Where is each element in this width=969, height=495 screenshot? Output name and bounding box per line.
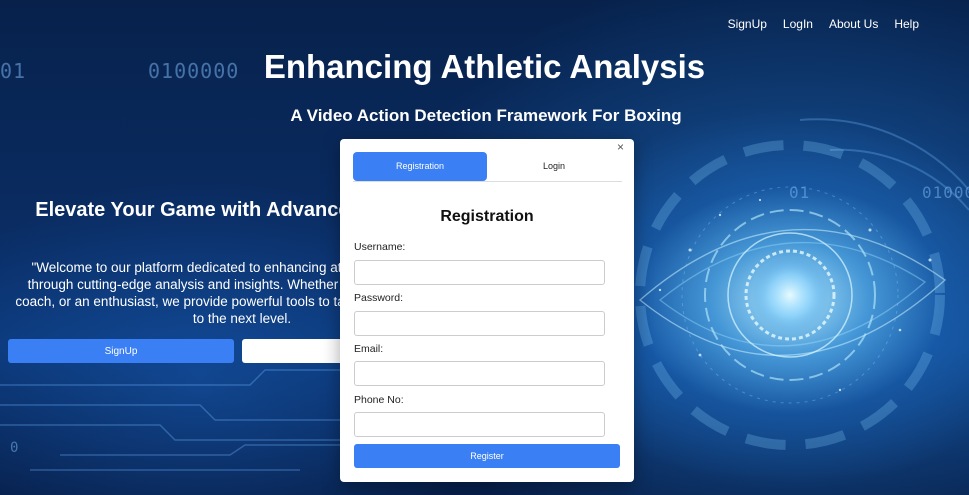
password-label: Password: bbox=[354, 292, 404, 304]
phone-label: Phone No: bbox=[354, 394, 404, 406]
nav-help-link[interactable]: Help bbox=[894, 17, 919, 31]
username-field[interactable] bbox=[354, 260, 605, 285]
form-title: Registration bbox=[440, 208, 534, 225]
password-field[interactable] bbox=[354, 311, 605, 336]
tab-login[interactable]: Login bbox=[487, 152, 621, 181]
nav-login-link[interactable]: LogIn bbox=[783, 17, 813, 31]
binary-text: 0 bbox=[10, 440, 20, 456]
hero-subtitle: A Video Action Detection Framework For B… bbox=[290, 106, 682, 125]
tab-registration[interactable]: Registration bbox=[353, 152, 487, 181]
binary-text: 01000 bbox=[922, 183, 969, 202]
registration-modal: × Registration Login Registration Userna… bbox=[340, 139, 634, 482]
top-nav: SignUp LogIn About Us Help bbox=[728, 17, 919, 31]
register-button[interactable]: Register bbox=[354, 444, 620, 468]
username-label: Username: bbox=[354, 241, 406, 253]
modal-tabs: Registration Login bbox=[353, 152, 622, 182]
nav-about-link[interactable]: About Us bbox=[829, 17, 878, 31]
signup-button[interactable]: SignUp bbox=[8, 339, 234, 363]
email-label: Email: bbox=[354, 343, 384, 355]
hero-title: Enhancing Athletic Analysis bbox=[263, 48, 706, 85]
binary-text: 01 bbox=[789, 183, 811, 202]
nav-signup-link[interactable]: SignUp bbox=[728, 17, 767, 31]
phone-field[interactable] bbox=[354, 412, 605, 437]
email-field[interactable] bbox=[354, 361, 605, 386]
